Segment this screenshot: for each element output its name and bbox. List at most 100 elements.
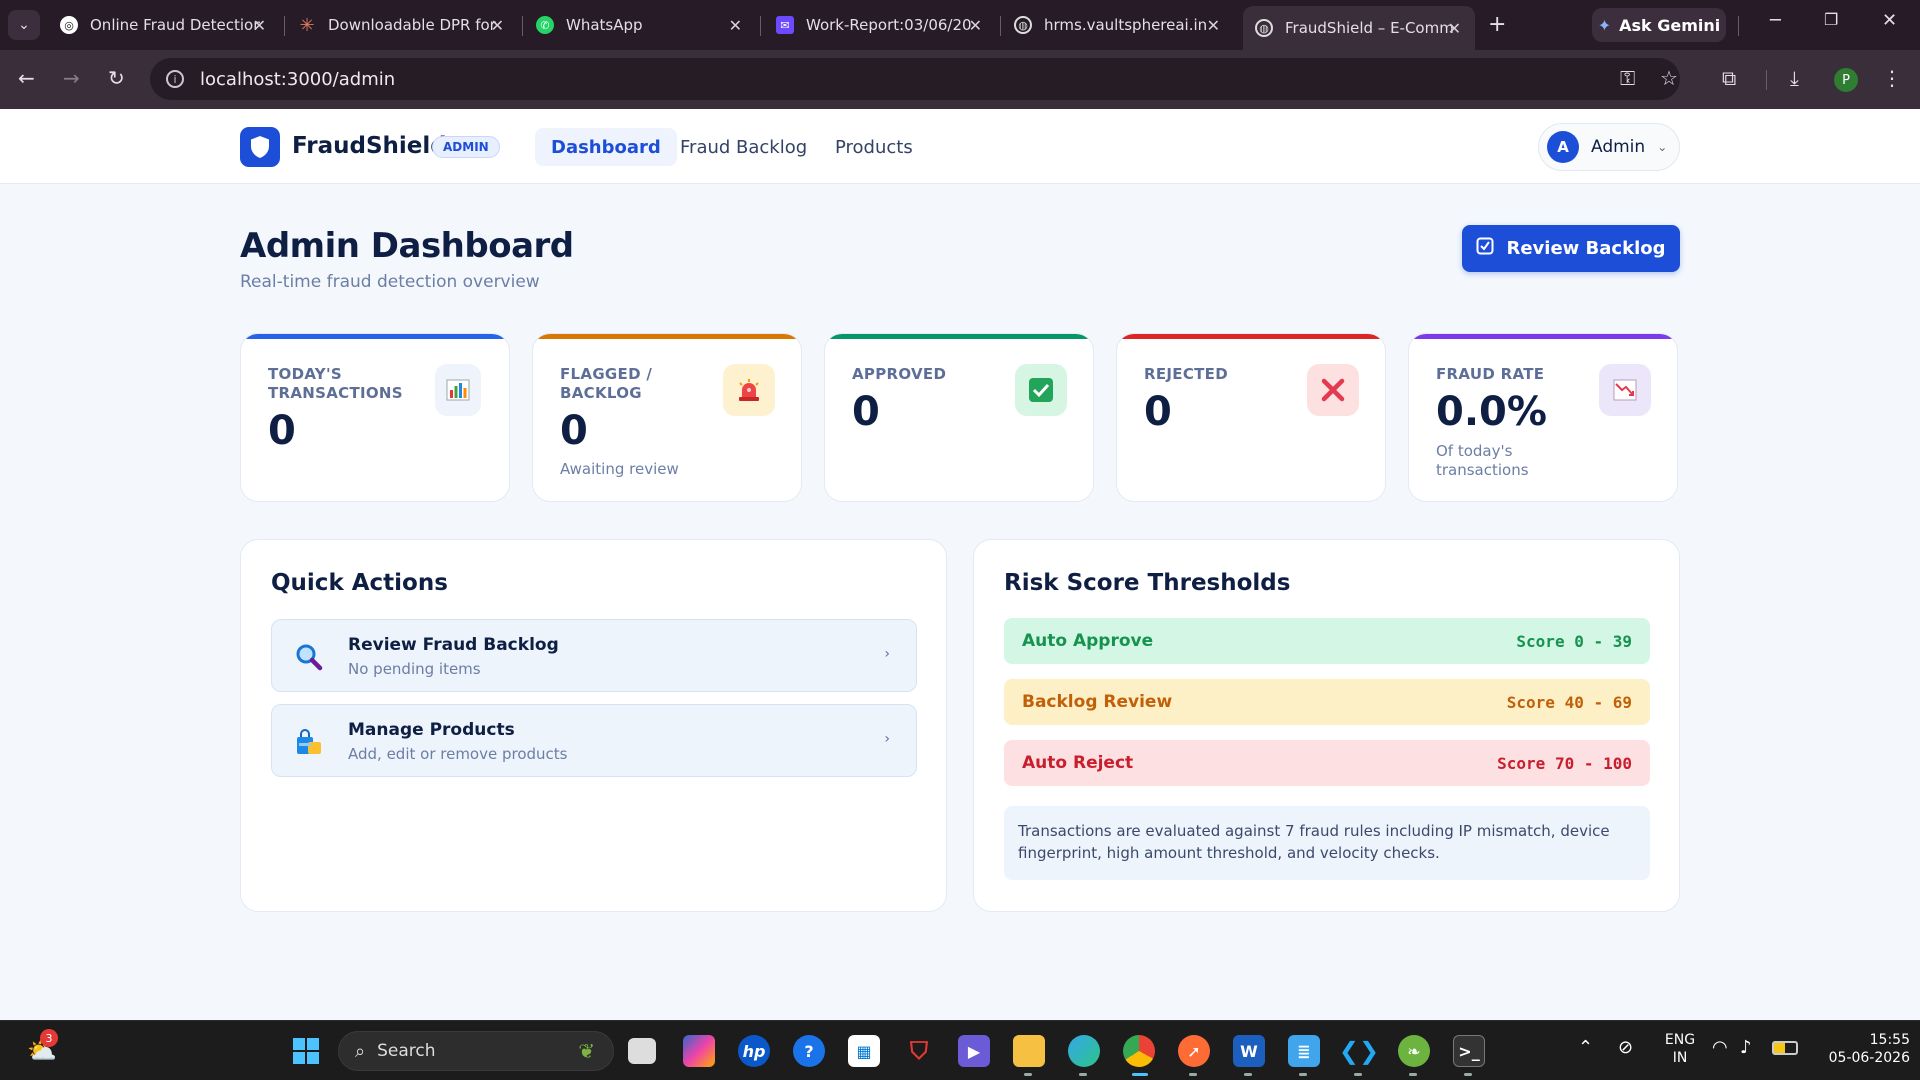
user-menu[interactable]: A Admin ⌄ <box>1538 123 1680 171</box>
taskbar-search[interactable]: ⌕ Search ❦ <box>338 1031 614 1071</box>
whatsapp-icon: ✆ <box>536 16 554 34</box>
postman-icon[interactable]: ➚ <box>1178 1035 1210 1067</box>
card-accent-bar <box>1409 334 1677 339</box>
check-box-icon <box>1015 364 1067 416</box>
restore-button[interactable]: ❐ <box>1824 10 1838 29</box>
file-explorer-icon[interactable] <box>1013 1035 1045 1067</box>
stat-value: 0 <box>1144 389 1172 435</box>
stat-note: Awaiting review <box>560 460 679 478</box>
chevron-right-icon: › <box>884 731 890 747</box>
help-icon[interactable]: ? <box>793 1035 825 1067</box>
url-text: localhost:3000/admin <box>200 68 396 90</box>
browser-tab-active[interactable]: ◍ FraudShield – E-Comm ✕ <box>1243 6 1475 50</box>
edge-icon[interactable] <box>1068 1035 1100 1067</box>
quick-action-title: Review Fraud Backlog <box>348 635 559 655</box>
language-indicator[interactable]: ENG IN <box>1660 1031 1700 1067</box>
battery-icon[interactable] <box>1772 1041 1798 1055</box>
risk-score: Score 40 - 69 <box>1506 692 1632 712</box>
role-badge: ADMIN <box>432 136 500 158</box>
nav-products[interactable]: Products <box>819 128 929 166</box>
profile-avatar[interactable]: P <box>1834 68 1858 92</box>
review-backlog-button[interactable]: Review Backlog <box>1462 225 1680 272</box>
stat-value: 0 <box>852 389 880 435</box>
mcafee-icon[interactable]: ⛉ <box>903 1035 935 1067</box>
shield-logo-icon[interactable] <box>240 127 280 167</box>
close-tab-icon[interactable]: ✕ <box>1207 16 1220 35</box>
copilot-icon[interactable] <box>683 1035 715 1067</box>
close-window-button[interactable]: ✕ <box>1882 10 1897 31</box>
panel-title: Risk Score Thresholds <box>1004 570 1291 596</box>
quick-action-title: Manage Products <box>348 720 515 740</box>
stat-value: 0 <box>560 408 588 454</box>
hp-icon[interactable]: hp <box>738 1035 770 1067</box>
wifi-icon[interactable]: ◠ <box>1712 1039 1728 1057</box>
card-accent-bar <box>241 334 509 339</box>
download-icon[interactable]: ⤓ <box>1790 66 1799 90</box>
nav-fraud-backlog[interactable]: Fraud Backlog <box>664 128 823 166</box>
reload-icon[interactable]: ↻ <box>108 66 125 90</box>
password-key-icon[interactable]: ⚿ <box>1620 66 1635 90</box>
stat-label: REJECTED <box>1144 365 1228 383</box>
quick-action-subtitle: No pending items <box>348 660 481 678</box>
browser-tab[interactable]: ✆ WhatsApp ✕ <box>524 6 756 44</box>
close-tab-icon[interactable]: ✕ <box>729 16 742 35</box>
notification-badge: 3 <box>40 1029 58 1047</box>
volume-icon[interactable]: ♪ <box>1740 1039 1752 1057</box>
stat-label: FLAGGED / BACKLOG <box>560 365 653 402</box>
quick-action-manage-products[interactable]: Manage Products Add, edit or remove prod… <box>271 704 917 777</box>
stat-card-rejected: REJECTED 0 <box>1116 333 1386 502</box>
stat-label: APPROVED <box>852 365 947 383</box>
close-tab-icon[interactable]: ✕ <box>1448 19 1461 38</box>
task-view-icon[interactable] <box>628 1038 656 1064</box>
app-navbar: FraudShield ADMIN Dashboard Fraud Backlo… <box>0 109 1920 184</box>
forward-arrow-icon[interactable]: → <box>63 66 80 90</box>
search-icon: ⌕ <box>355 1040 366 1062</box>
browser-tab[interactable]: ◍ hrms.vaultsphereai.in ✕ <box>1002 6 1234 44</box>
spring-tool-icon[interactable]: ❧ <box>1398 1035 1430 1067</box>
close-tab-icon[interactable]: ✕ <box>969 16 982 35</box>
browser-tab[interactable]: ✳ Downloadable DPR for ✕ <box>286 6 518 44</box>
clock[interactable]: 15:55 05-06-2026 <box>1810 1031 1910 1067</box>
vscode-icon[interactable]: ❮❯ <box>1339 1035 1379 1067</box>
new-tab-button[interactable]: + <box>1488 12 1506 37</box>
risk-row-auto-reject: Auto Reject Score 70 - 100 <box>1004 740 1650 786</box>
back-arrow-icon[interactable]: ← <box>18 66 35 90</box>
tab-search-button[interactable]: ⌄ <box>8 10 40 40</box>
risk-thresholds-panel: Risk Score Thresholds Auto Approve Score… <box>973 539 1680 912</box>
word-icon[interactable]: W <box>1233 1035 1265 1067</box>
minimize-button[interactable]: ─ <box>1770 10 1781 31</box>
bar-chart-icon <box>435 364 481 416</box>
nav-dashboard[interactable]: Dashboard <box>535 128 677 166</box>
browser-tab[interactable]: ◎ Online Fraud Detection ✕ <box>48 6 280 44</box>
panel-title: Quick Actions <box>271 570 448 596</box>
browser-toolbar: ← → ↻ i localhost:3000/admin ⚿ ☆ ⧉ ⤓ ⋮ <box>0 50 1920 109</box>
ask-gemini-button[interactable]: ✦ Ask Gemini <box>1592 8 1726 42</box>
bookmark-star-icon[interactable]: ☆ <box>1660 66 1678 90</box>
notepad-icon[interactable]: ≣ <box>1288 1035 1320 1067</box>
windows-start-icon[interactable] <box>290 1035 322 1067</box>
extensions-icon[interactable]: ⧉ <box>1722 66 1736 90</box>
ms-store-icon[interactable]: ▦ <box>848 1035 880 1067</box>
chrome-icon[interactable] <box>1123 1035 1155 1067</box>
chevron-up-icon[interactable]: ⌃ <box>1578 1039 1593 1057</box>
stat-card-approved: APPROVED 0 <box>824 333 1094 502</box>
mic-off-icon[interactable]: ⊘ <box>1618 1039 1633 1057</box>
risk-row-backlog-review: Backlog Review Score 40 - 69 <box>1004 679 1650 725</box>
close-tab-icon[interactable]: ✕ <box>253 16 266 35</box>
brand-name[interactable]: FraudShield <box>292 133 447 159</box>
taskbar: ⛅ 3 ⌕ Search ❦ hp ? ▦ ⛉ ▶ ➚ W ≣ ❮❯ ❧ >_ … <box>0 1020 1920 1080</box>
address-bar[interactable]: i localhost:3000/admin <box>150 58 1680 100</box>
browser-menu-icon[interactable]: ⋮ <box>1882 66 1902 90</box>
globe-icon: ◍ <box>1014 16 1032 34</box>
browser-tab[interactable]: ✉ Work-Report:03/06/20 ✕ <box>764 6 996 44</box>
close-tab-icon[interactable]: ✕ <box>491 16 504 35</box>
quick-action-review-backlog[interactable]: Review Fraud Backlog No pending items › <box>271 619 917 692</box>
risk-rules-note: Transactions are evaluated against 7 fra… <box>1004 806 1650 880</box>
page-title: Admin Dashboard <box>240 226 574 266</box>
site-info-icon[interactable]: i <box>166 70 184 88</box>
media-player-icon[interactable]: ▶ <box>958 1035 990 1067</box>
risk-score: Score 0 - 39 <box>1516 631 1632 651</box>
magnifier-icon <box>294 642 324 672</box>
stat-card-transactions: TODAY'S TRANSACTIONS 0 <box>240 333 510 502</box>
terminal-icon[interactable]: >_ <box>1453 1035 1485 1067</box>
